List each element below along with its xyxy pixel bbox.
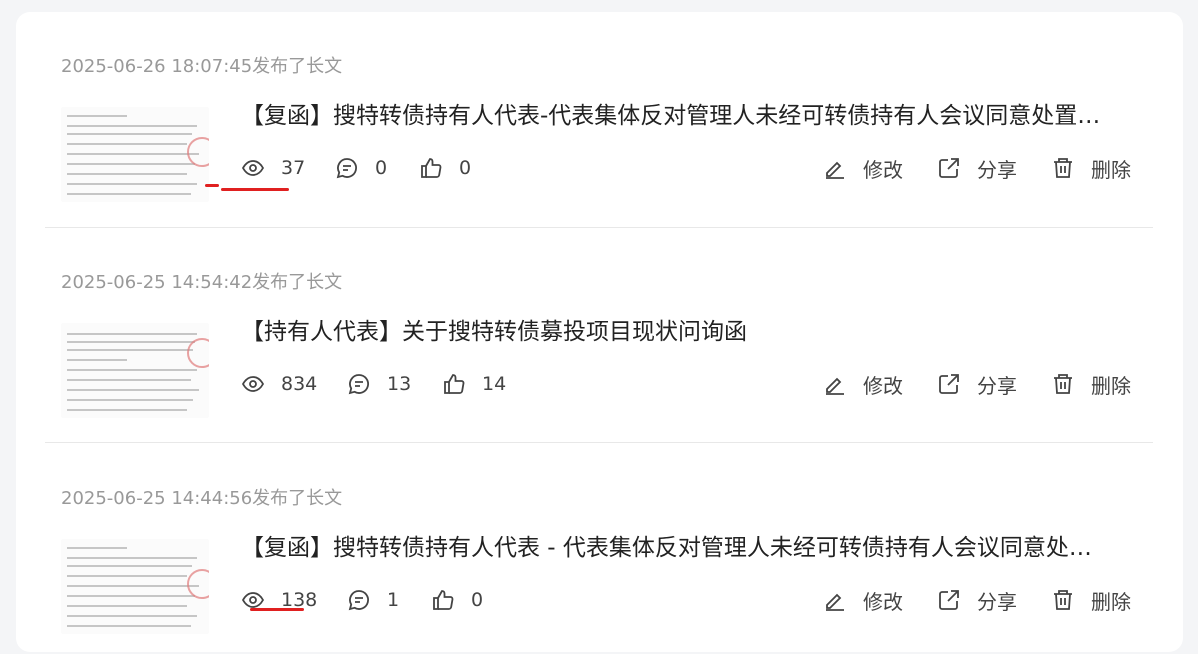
edit-label: 修改 (863, 589, 903, 614)
edit-icon (826, 161, 844, 179)
post-actions: 修改 分享 删除 (823, 366, 1153, 402)
comments-count: 0 (375, 157, 388, 179)
post-item: 2025-06-26 18:07:45发布了长文 【复函】搜特转债持有人代表-代… (45, 12, 1153, 222)
comments-count: 13 (387, 373, 412, 395)
eye-icon (241, 376, 265, 392)
trash-icon (1054, 158, 1072, 178)
views-stat[interactable]: 138 (241, 582, 317, 618)
annotation-underline (221, 188, 289, 191)
edit-label: 修改 (863, 373, 903, 398)
edit-icon (826, 593, 844, 611)
annotation-underline (205, 184, 219, 187)
share-icon (939, 374, 959, 394)
comment-icon (336, 158, 357, 179)
share-button[interactable]: 分享 (937, 366, 1017, 402)
views-count: 37 (281, 157, 306, 179)
comments-stat[interactable]: 13 (347, 366, 411, 402)
post-title[interactable]: 【复函】搜特转债持有人代表-代表集体反对管理人未经可转债持有人会议同意处置… (241, 99, 1141, 133)
post-date: 2025-06-25 14:54:42发布了长文 (61, 272, 343, 293)
delete-label: 删除 (1091, 373, 1131, 398)
comments-stat[interactable]: 0 (335, 150, 387, 186)
post-thumbnail[interactable] (61, 107, 209, 202)
comment-icon (348, 590, 369, 611)
edit-icon (826, 377, 844, 395)
annotation-underline (250, 608, 304, 611)
likes-count: 0 (459, 157, 472, 179)
share-label: 分享 (977, 589, 1017, 614)
trash-icon (1054, 590, 1072, 610)
thumbs-up-icon (444, 374, 465, 394)
comments-stat[interactable]: 1 (347, 582, 399, 618)
share-icon (939, 590, 959, 610)
edit-button[interactable]: 修改 (823, 582, 903, 618)
post-item: 2025-06-25 14:54:42发布了长文 【持有人代表】关于搜特转债募投… (45, 228, 1153, 438)
post-item: 2025-06-25 14:44:56发布了长文 【复函】搜特转债持有人代表 -… (45, 444, 1153, 654)
eye-icon (241, 160, 265, 176)
post-thumbnail[interactable] (61, 539, 209, 634)
share-label: 分享 (977, 157, 1017, 182)
views-stat[interactable]: 37 (241, 150, 305, 186)
share-label: 分享 (977, 373, 1017, 398)
post-title[interactable]: 【复函】搜特转债持有人代表 - 代表集体反对管理人未经可转债持有人会议同意处… (241, 531, 1141, 565)
trash-icon (1054, 374, 1072, 394)
post-thumbnail[interactable] (61, 323, 209, 418)
post-date: 2025-06-26 18:07:45发布了长文 (61, 56, 343, 77)
post-actions: 修改 分享 删除 (823, 582, 1153, 618)
likes-stat[interactable]: 0 (419, 150, 471, 186)
share-button[interactable]: 分享 (937, 582, 1017, 618)
comments-count: 1 (387, 589, 400, 611)
post-date: 2025-06-25 14:44:56发布了长文 (61, 488, 343, 509)
delete-button[interactable]: 删除 (1051, 150, 1131, 186)
share-icon (939, 158, 959, 178)
edit-button[interactable]: 修改 (823, 150, 903, 186)
post-divider (45, 442, 1153, 443)
views-stat[interactable]: 834 (241, 366, 317, 402)
thumbs-up-icon (421, 158, 442, 178)
likes-count: 0 (471, 589, 484, 611)
likes-stat[interactable]: 0 (431, 582, 483, 618)
post-actions: 修改 分享 删除 (823, 150, 1153, 186)
post-list-card: 2025-06-26 18:07:45发布了长文 【复函】搜特转债持有人代表-代… (16, 12, 1183, 652)
thumbs-up-icon (433, 590, 454, 610)
views-count: 834 (281, 373, 318, 395)
delete-button[interactable]: 删除 (1051, 366, 1131, 402)
share-button[interactable]: 分享 (937, 150, 1017, 186)
delete-label: 删除 (1091, 589, 1131, 614)
edit-label: 修改 (863, 157, 903, 182)
comment-icon (348, 374, 369, 395)
post-title[interactable]: 【持有人代表】关于搜特转债募投项目现状问询函 (241, 315, 1141, 349)
edit-button[interactable]: 修改 (823, 366, 903, 402)
delete-label: 删除 (1091, 157, 1131, 182)
likes-count: 14 (482, 373, 507, 395)
delete-button[interactable]: 删除 (1051, 582, 1131, 618)
likes-stat[interactable]: 14 (442, 366, 506, 402)
